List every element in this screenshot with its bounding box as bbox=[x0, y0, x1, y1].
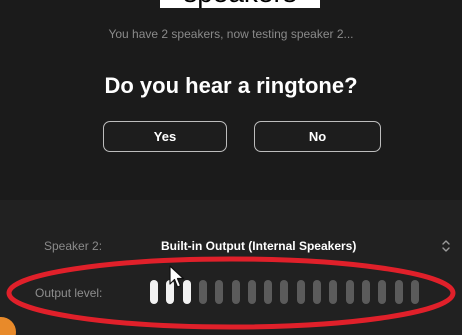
cropped-heading-text: speakers bbox=[160, 0, 320, 8]
output-level-bar bbox=[395, 280, 403, 304]
up-down-chevron-icon bbox=[442, 240, 450, 252]
output-level-bar bbox=[264, 280, 272, 304]
output-level-bar bbox=[215, 280, 223, 304]
speaker-label: Speaker 2: bbox=[44, 239, 103, 253]
dialog-settings-section bbox=[0, 200, 462, 335]
ringtone-question: Do you hear a ringtone? bbox=[104, 73, 358, 98]
output-level-bar bbox=[232, 280, 240, 304]
speaker-select[interactable]: Built-in Output (Internal Speakers) bbox=[157, 235, 460, 257]
output-level-bar bbox=[329, 280, 337, 304]
output-level-bar bbox=[150, 280, 158, 304]
output-level-label: Output level: bbox=[35, 286, 103, 300]
speaker-select-value: Built-in Output (Internal Speakers) bbox=[161, 239, 357, 253]
output-level-bar bbox=[411, 280, 419, 304]
output-level-bar bbox=[313, 280, 321, 304]
yes-button[interactable]: Yes bbox=[103, 121, 227, 152]
screenshot: speakers You have 2 speakers, now testin… bbox=[0, 0, 462, 335]
speaker-test-dialog: speakers You have 2 speakers, now testin… bbox=[0, 0, 462, 335]
output-level-bar bbox=[346, 280, 354, 304]
mouse-pointer-icon bbox=[169, 265, 185, 288]
no-button[interactable]: No bbox=[254, 121, 381, 152]
output-level-bar bbox=[362, 280, 370, 304]
output-level-bar bbox=[378, 280, 386, 304]
output-level-bar bbox=[199, 280, 207, 304]
output-level-meter bbox=[150, 280, 430, 306]
test-status-text: You have 2 speakers, now testing speaker… bbox=[108, 27, 354, 41]
output-level-bar bbox=[248, 280, 256, 304]
output-level-bar bbox=[280, 280, 288, 304]
output-level-bar bbox=[297, 280, 305, 304]
